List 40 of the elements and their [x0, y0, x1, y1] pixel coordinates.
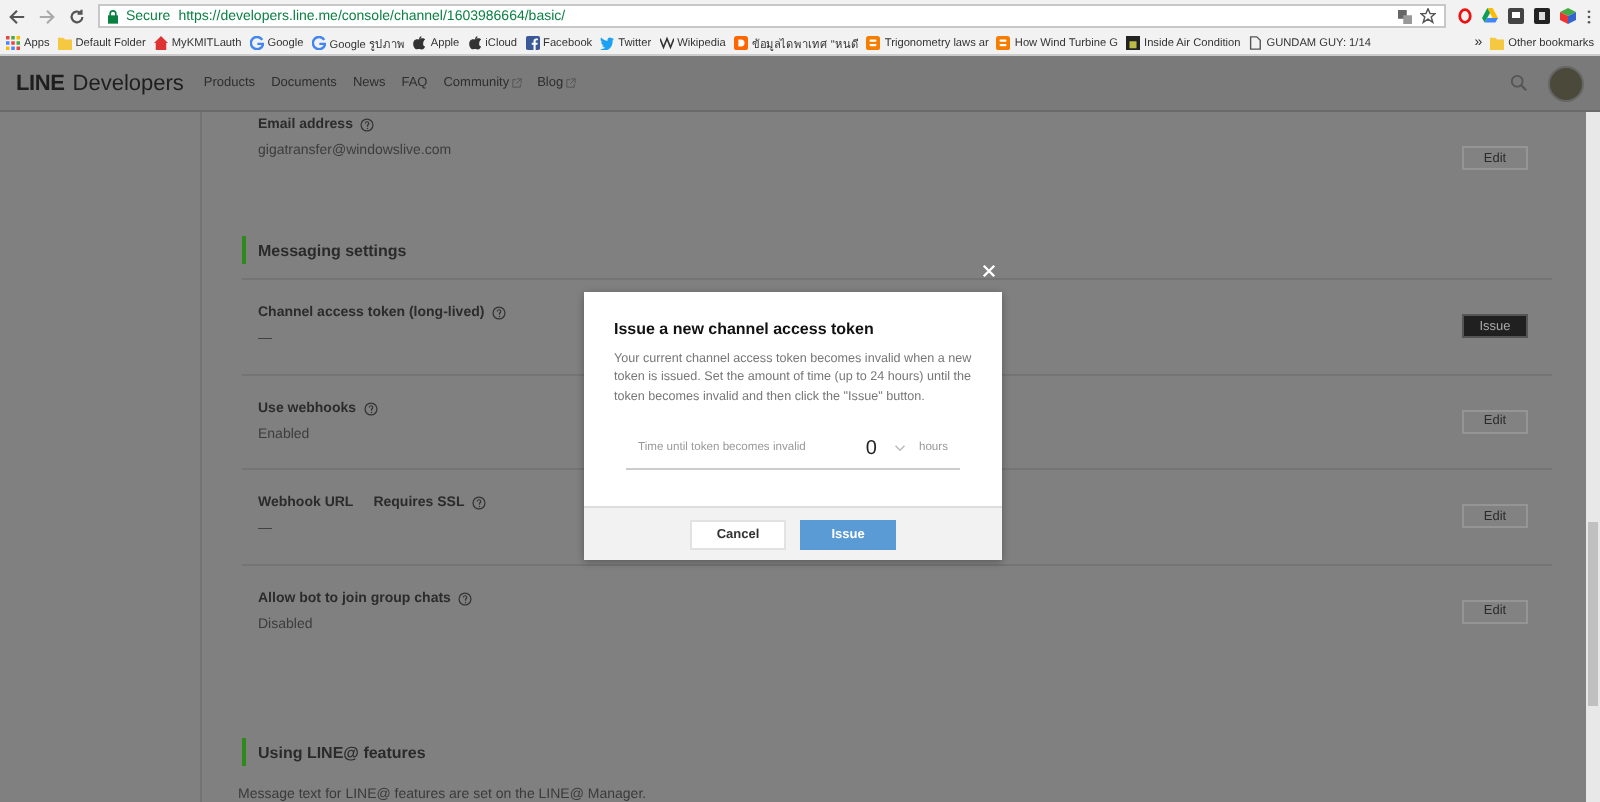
- reload-icon[interactable]: [68, 7, 86, 25]
- lock-icon: [108, 9, 118, 23]
- help-icon[interactable]: [472, 496, 487, 511]
- d-logo-icon: [733, 36, 748, 50]
- bird-icon: [600, 36, 615, 50]
- colorful-cube-icon[interactable]: [1560, 8, 1576, 24]
- help-icon[interactable]: [458, 591, 473, 606]
- page-icon: [1248, 36, 1263, 50]
- folder-icon: [1490, 36, 1505, 50]
- zigzag-icon: [659, 36, 674, 50]
- close-icon[interactable]: [982, 264, 996, 278]
- avatar[interactable]: [1548, 65, 1584, 101]
- folder-icon: [57, 36, 72, 50]
- kebab-menu-icon[interactable]: [1586, 7, 1592, 25]
- square-thumbnail-icon: [1126, 36, 1141, 50]
- blogger-icon: [996, 36, 1011, 50]
- o-letter-icon[interactable]: [1458, 8, 1472, 24]
- apple-icon: [412, 36, 427, 50]
- blogger-icon: [866, 36, 881, 50]
- logo-brand[interactable]: LINE: [16, 71, 65, 95]
- back-arrow-icon[interactable]: [8, 7, 26, 25]
- modal-title: Issue a new channel access token: [614, 320, 876, 338]
- chevron-down-icon: [894, 444, 907, 453]
- section-heading: Messaging settings: [242, 236, 1552, 265]
- house-icon: [153, 36, 168, 50]
- help-icon[interactable]: [360, 118, 375, 132]
- forward-arrow-icon[interactable]: [38, 7, 56, 25]
- help-icon[interactable]: [492, 306, 507, 321]
- section-heading: Using LINE@ features: [242, 738, 1552, 767]
- scrollbar-thumb[interactable]: [1588, 522, 1598, 706]
- translate-icon[interactable]: [1398, 9, 1412, 23]
- facebook-icon: [525, 36, 540, 50]
- apps-grid-icon: [6, 36, 20, 50]
- help-icon[interactable]: [364, 401, 379, 416]
- triangle-icon[interactable]: [1482, 8, 1498, 24]
- google-icon: [311, 36, 326, 50]
- apple-icon: [467, 36, 482, 50]
- star-icon[interactable]: [1420, 8, 1436, 24]
- google-icon: [249, 36, 264, 50]
- logo-product[interactable]: Developers: [72, 71, 184, 95]
